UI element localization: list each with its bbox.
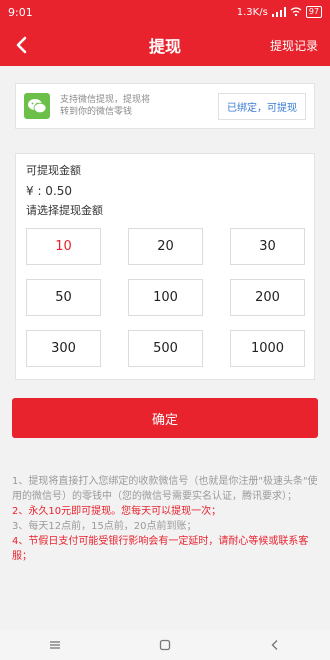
amount-option-10[interactable]: 10 — [26, 228, 101, 265]
network-speed: 1.3K/s — [236, 6, 268, 18]
status-time: 9:01 — [8, 5, 33, 19]
battery-icon: 97 — [305, 6, 322, 18]
amount-option-500[interactable]: 500 — [128, 330, 203, 367]
withdraw-record-link[interactable]: 提现记录 — [270, 37, 318, 54]
withdraw-notes: 1、提现将直接打入您绑定的收款微信号（也就是你注册"极速头条"使用的微信号）的零… — [12, 474, 318, 564]
amount-option-30[interactable]: 30 — [230, 228, 305, 265]
top-navbar: 提现 提现记录 — [0, 24, 330, 66]
wechat-withdraw-card: 支持微信提现，提现将 转到你的微信零钱 已绑定，可提现 — [15, 83, 315, 129]
amount-card: 可提现金额 ¥ : 0.50 请选择提现金额 10 20 30 50 100 2… — [15, 153, 315, 380]
chevron-left-icon — [16, 36, 27, 54]
note-3: 3、每天12点前，15点前，20点前到账； — [12, 521, 197, 532]
wechat-desc-line1: 支持微信提现，提现将 — [60, 95, 151, 105]
back-button[interactable] — [0, 24, 42, 66]
wechat-description: 支持微信提现，提现将 转到你的微信零钱 — [60, 94, 218, 118]
signal-icon — [271, 7, 286, 17]
status-indicators: 1.3K/s 97 — [237, 6, 322, 18]
note-2: 2、永久10元即可提现。您每天可以提现一次； — [12, 506, 222, 517]
choose-amount-label: 请选择提现金额 — [26, 204, 103, 217]
status-bar: 9:01 1.3K/s 97 — [0, 0, 330, 24]
home-icon[interactable] — [158, 638, 172, 652]
amount-option-50[interactable]: 50 — [26, 279, 101, 316]
amount-option-1000[interactable]: 1000 — [230, 330, 305, 367]
amount-option-300[interactable]: 300 — [26, 330, 101, 367]
available-amount-label: 可提现金额 — [26, 164, 81, 177]
wifi-icon — [290, 7, 302, 17]
system-nav-bar — [0, 630, 330, 660]
confirm-button[interactable]: 确定 — [12, 398, 318, 438]
wechat-icon — [24, 93, 50, 119]
bound-status-button[interactable]: 已绑定，可提现 — [218, 92, 306, 120]
note-1: 1、提现将直接打入您绑定的收款微信号（也就是你注册"极速头条"使用的微信号）的零… — [12, 476, 318, 502]
back-nav-icon[interactable] — [268, 638, 282, 652]
amount-option-20[interactable]: 20 — [128, 228, 203, 265]
amount-options-grid: 10 20 30 50 100 200 300 500 1000 — [26, 228, 306, 367]
available-balance: ¥ : 0.50 — [26, 184, 73, 198]
amount-option-100[interactable]: 100 — [128, 279, 203, 316]
menu-icon[interactable] — [48, 638, 62, 652]
note-4: 4、节假日支付可能受银行影响会有一定延时，请耐心等候或联系客服； — [12, 536, 309, 562]
wechat-desc-line2: 转到你的微信零钱 — [60, 107, 133, 117]
amount-option-200[interactable]: 200 — [230, 279, 305, 316]
